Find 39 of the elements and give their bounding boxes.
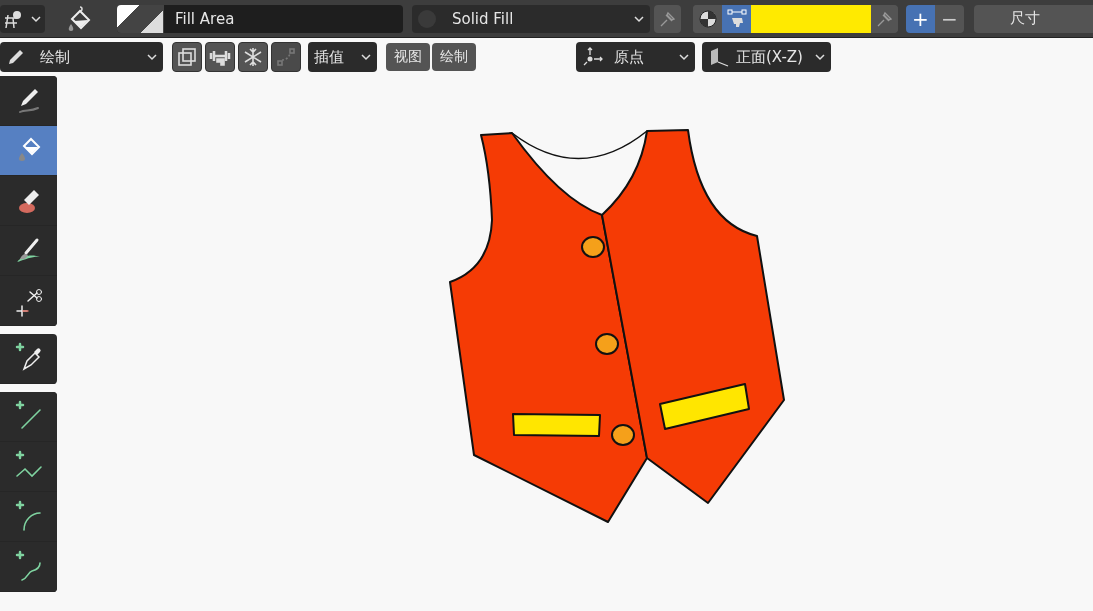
mode-dropdown[interactable]: 绘制	[0, 42, 163, 72]
pin-icon	[875, 9, 894, 28]
color-swatch[interactable]	[751, 4, 871, 33]
snowflake-icon	[242, 46, 264, 68]
snowflake-button[interactable]	[238, 42, 268, 72]
chevron-icon	[147, 53, 157, 61]
dumbbell-button[interactable]	[205, 42, 235, 72]
interpolate-dropdown[interactable]: 插值	[308, 42, 377, 72]
menu-button[interactable]: 视图	[386, 43, 430, 71]
chevron-icon	[361, 53, 371, 61]
material-field[interactable]: Fill Area	[117, 4, 403, 33]
chevron-icon	[31, 14, 41, 23]
plane-icon	[708, 46, 730, 68]
material-name: Fill Area	[174, 9, 235, 28]
plane-dropdown[interactable]: 正面(X-Z)	[702, 42, 831, 72]
chevron-icon	[634, 14, 644, 23]
pin-button[interactable]	[654, 4, 681, 33]
link-icon	[275, 46, 297, 68]
layers-button[interactable]	[172, 42, 202, 72]
pencil-icon	[6, 47, 26, 67]
vertex-paint-icon	[725, 7, 748, 30]
fill-style-dropdown[interactable]: Solid Fill	[412, 4, 650, 33]
mode-dropdown[interactable]	[0, 4, 45, 33]
size-field[interactable]: 尺寸	[974, 4, 1093, 33]
line-tool-button[interactable]	[0, 392, 57, 442]
pivot-icon	[582, 46, 604, 68]
chevron-icon	[815, 53, 825, 61]
toggle-button[interactable]: +	[906, 4, 935, 33]
toggle-button[interactable]: −	[935, 4, 964, 33]
vertex-color-button[interactable]	[722, 4, 751, 33]
material-preview-icon	[117, 4, 164, 33]
chevron-icon	[679, 53, 689, 61]
pin-icon	[658, 9, 677, 28]
fill-tool-button[interactable]	[0, 126, 57, 176]
pivot-dropdown[interactable]: 原点	[576, 42, 695, 72]
draw-tool-button[interactable]	[0, 76, 57, 126]
half-circle-icon	[697, 8, 718, 29]
layers-icon	[176, 46, 198, 68]
menu-button[interactable]: 绘制	[432, 43, 476, 71]
